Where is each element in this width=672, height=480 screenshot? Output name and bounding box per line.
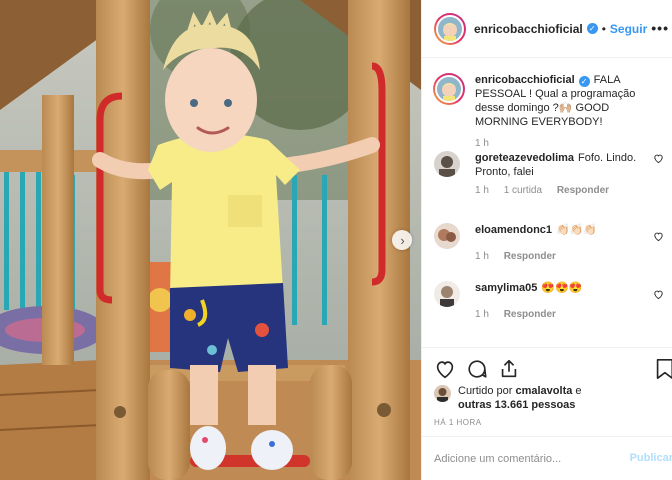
likes-summary: Curtido por cmalavolta e outras 13.661 p… — [434, 384, 582, 412]
caption: enricobacchioficial ✓ FALA PESSOAL ! Qual … — [433, 73, 670, 149]
next-photo-button[interactable]: › — [392, 230, 412, 250]
chevron-right-icon: › — [400, 232, 405, 248]
commenter-username-link[interactable]: samylima05 — [475, 282, 537, 294]
post-photo[interactable]: › — [0, 0, 421, 480]
separator-dot: • — [601, 21, 606, 36]
comment-icon[interactable] — [466, 358, 488, 380]
reply-button[interactable]: Responder — [504, 309, 556, 320]
like-comment-heart-icon[interactable] — [653, 153, 664, 164]
commenter-avatar[interactable] — [434, 151, 460, 177]
comment-text: 👏🏻👏🏻👏🏻 — [556, 224, 598, 236]
comment-likes-count[interactable]: 1 curtida — [504, 185, 542, 196]
liker-avatar[interactable] — [434, 385, 451, 402]
comment-time: 1 h — [475, 251, 489, 262]
reply-button[interactable]: Responder — [557, 185, 609, 196]
commenter-avatar[interactable] — [434, 281, 460, 307]
post-timestamp: HÁ 1 HORA — [434, 418, 482, 427]
verified-icon: ✓ — [586, 23, 598, 34]
likes-others-link[interactable]: outras 13.661 pessoas — [458, 399, 575, 411]
caption-username-link[interactable]: enricobacchioficial — [475, 74, 575, 86]
post-header: enricobacchioficial ✓ • Seguir ••• — [422, 0, 672, 58]
commenter-username-link[interactable]: eloamendonc1 — [475, 224, 552, 236]
author-username-link[interactable]: enricobacchioficial — [474, 22, 583, 36]
comments-list[interactable]: enricobacchioficial ✓ FALA PESSOAL ! Qual … — [422, 59, 672, 347]
likes-connector: e — [575, 385, 582, 397]
reply-button[interactable]: Responder — [504, 251, 556, 262]
add-comment-bar: Publicar — [422, 436, 672, 480]
comment-item: samylima05 😍😍😍 1 h Responder — [434, 281, 670, 320]
comment-time: 1 h — [475, 309, 489, 320]
comment-time: 1 h — [475, 185, 489, 196]
author-avatar[interactable] — [434, 12, 466, 45]
comment-item: goreteazevedolima Fofo. Lindo. Pronto, fa… — [434, 151, 670, 196]
like-comment-heart-icon[interactable] — [653, 231, 664, 242]
publish-button[interactable]: Publicar — [630, 452, 672, 464]
caption-time: 1 h — [475, 138, 489, 149]
commenter-avatar[interactable] — [434, 223, 460, 249]
commenter-username-link[interactable]: goreteazevedolima — [475, 152, 574, 164]
comment-text: 😍😍😍 — [541, 282, 583, 294]
heart-icon[interactable] — [434, 358, 456, 380]
comment-input[interactable] — [434, 450, 624, 468]
liker-username-link[interactable]: cmalavolta — [515, 385, 572, 397]
verified-icon: ✓ — [578, 76, 590, 87]
more-options-icon[interactable]: ••• — [651, 20, 669, 36]
follow-button[interactable]: Seguir — [610, 22, 647, 36]
share-icon[interactable] — [498, 358, 520, 380]
bookmark-icon[interactable] — [655, 358, 672, 380]
comment-item: eloamendonc1 👏🏻👏🏻👏🏻 1 h Responder — [434, 223, 670, 262]
like-comment-heart-icon[interactable] — [653, 289, 664, 300]
likes-prefix: Curtido por — [458, 385, 513, 397]
caption-avatar[interactable] — [433, 73, 465, 105]
post-image — [0, 0, 421, 480]
post-side-panel: enricobacchioficial ✓ • Seguir ••• enric… — [421, 0, 672, 480]
